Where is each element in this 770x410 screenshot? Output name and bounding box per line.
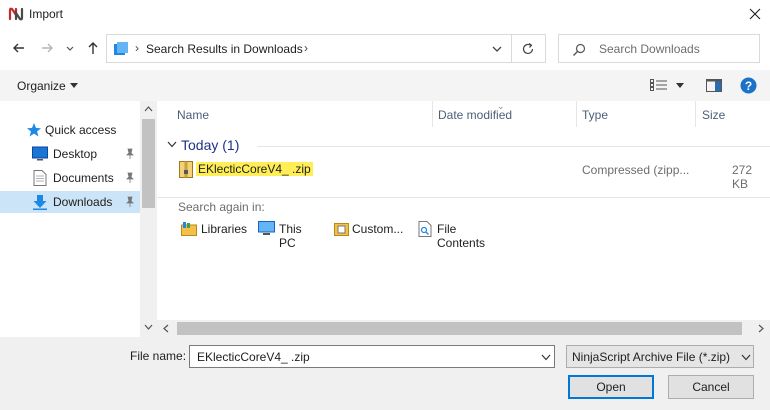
cancel-button[interactable]: Cancel [668,375,754,399]
group-divider [257,146,770,147]
view-caret-down-icon[interactable] [676,83,684,88]
libraries-icon [181,222,197,236]
up-button[interactable] [83,38,103,58]
search-again-label-libraries: Libraries [201,222,248,236]
file-name-cell[interactable]: EKlecticCoreV4_ .zip [196,162,313,176]
horizontal-scroll-thumb[interactable] [177,322,742,335]
title-bar: Import [0,0,770,30]
chevron-down-icon [66,46,74,51]
address-dropdown-icon[interactable] [491,44,503,54]
column-divider[interactable] [695,101,696,127]
column-header-name[interactable]: Name [177,108,209,122]
sidebar-item-label: Documents [53,171,114,185]
desktop-icon [32,146,48,161]
download-arrow-icon [33,195,47,210]
group-collapse-icon[interactable] [167,141,177,148]
section-divider [157,197,770,198]
search-again-label: Search again in: [178,200,265,214]
column-header-date-modified[interactable]: Date modified [438,108,512,122]
breadcrumb-chevron-icon[interactable]: › [304,41,308,55]
table-row[interactable]: EKlecticCoreV4_ .zip Compressed (zipp...… [157,159,770,191]
arrow-left-icon [13,43,24,53]
search-input[interactable] [599,40,749,58]
scroll-left-icon[interactable] [163,324,169,333]
scroll-up-icon[interactable] [144,106,153,112]
sidebar-item-label: Downloads [53,195,113,209]
organize-menu[interactable]: Organize [17,79,66,93]
file-type-cell: Compressed (zipp... [582,163,690,177]
open-button[interactable]: Open [568,375,654,399]
search-again-label-file-contents: File Contents [437,222,486,250]
pin-icon [126,172,134,183]
scroll-down-icon[interactable] [144,324,153,330]
documents-icon [33,170,47,186]
window-title: Import [29,7,64,21]
group-header-today[interactable]: Today (1) [181,137,239,153]
file-list: Name ⌄ Date modified Type Size Today (1)… [157,101,770,337]
breadcrumb-location[interactable]: Search Results in Downloads [146,42,303,56]
scroll-right-icon[interactable] [758,324,764,333]
forward-button[interactable] [37,38,57,58]
breadcrumb-chevron-icon: › [135,41,139,55]
file-size-cell: 272 KB [732,163,753,191]
arrow-right-icon [42,43,53,53]
svg-text:?: ? [745,79,752,93]
column-divider[interactable] [576,101,577,127]
preview-pane-icon[interactable] [706,79,722,92]
column-header-size[interactable]: Size [702,108,725,122]
file-name-label: File name: [130,349,187,363]
sidebar-item-label: Desktop [53,147,98,161]
file-contents-icon [418,221,432,237]
caret-down-icon[interactable] [70,83,78,88]
star-icon [27,123,41,137]
file-name-value: EKlecticCoreV4_ .zip [197,350,310,364]
change-view-icon[interactable] [650,79,668,91]
pin-icon [126,196,134,207]
search-again-label-this-pc: This PC [279,222,302,250]
search-results-folder-icon [113,42,129,56]
search-box[interactable] [558,34,760,63]
search-again-label-custom: Custom... [352,222,404,236]
sidebar-item-desktop[interactable]: Desktop [0,143,140,165]
navigation-pane: Quick access Desktop Documents Downloads [0,101,157,337]
close-icon [749,8,761,20]
refresh-icon [522,43,534,55]
footer-panel: File name: EKlecticCoreV4_ .zip NinjaScr… [0,337,770,410]
ninjatrader-app-icon [8,6,24,22]
command-bar: Organize ? [0,70,770,101]
sidebar-item-quick-access[interactable]: Quick access [0,119,140,141]
file-name-field[interactable]: EKlecticCoreV4_ .zip [189,345,555,368]
custom-folder-icon [334,223,349,236]
back-button[interactable] [9,38,29,58]
close-button[interactable] [740,0,770,28]
file-type-value: NinjaScript Archive File (*.zip) [572,350,731,364]
zip-file-icon [179,161,193,178]
column-header-type[interactable]: Type [582,108,608,122]
arrow-up-icon [88,42,98,54]
file-name-dropdown-icon[interactable] [541,354,551,361]
column-divider[interactable] [432,101,433,127]
sidebar-item-label: Quick access [45,123,117,137]
sidebar-item-documents[interactable]: Documents [0,167,140,189]
navigation-scroll-thumb[interactable] [142,119,155,208]
address-bar[interactable]: › Search Results in Downloads › [106,34,512,63]
refresh-button[interactable] [512,34,546,63]
help-icon[interactable]: ? [740,77,757,94]
search-icon [572,43,586,57]
pin-icon [126,148,134,159]
file-type-select[interactable]: NinjaScript Archive File (*.zip) [566,345,754,368]
sidebar-item-downloads[interactable]: Downloads [0,191,140,213]
file-type-dropdown-icon[interactable] [741,354,751,361]
this-pc-icon [258,221,275,235]
recent-locations-button[interactable] [63,38,77,58]
